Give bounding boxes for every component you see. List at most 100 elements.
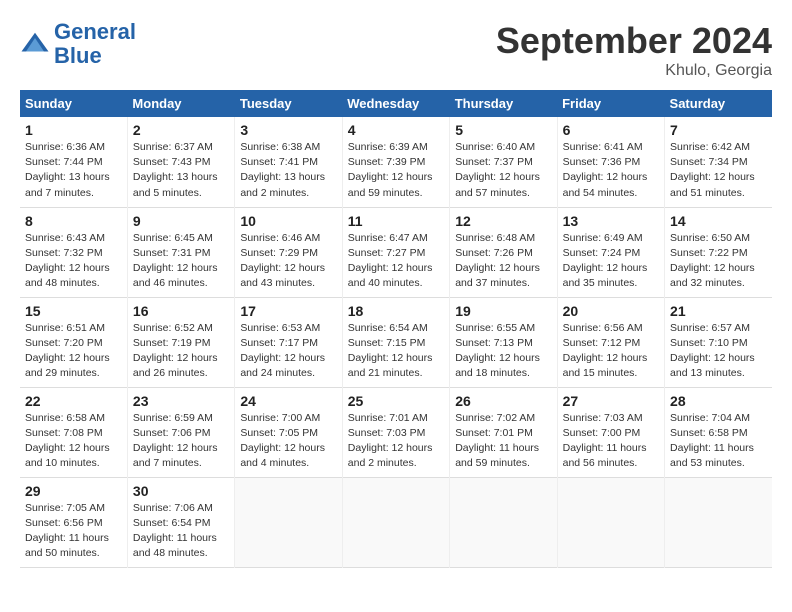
day-info: Sunrise: 7:04 AM Sunset: 6:58 PM Dayligh… [670,411,767,472]
day-info: Sunrise: 6:40 AM Sunset: 7:37 PM Dayligh… [455,140,551,201]
day-number: 5 [455,122,551,138]
col-monday: Monday [127,90,234,117]
calendar-body: 1 Sunrise: 6:36 AM Sunset: 7:44 PM Dayli… [20,117,772,567]
day-number: 21 [670,303,767,319]
calendar-cell [665,477,772,567]
day-info: Sunrise: 6:53 AM Sunset: 7:17 PM Dayligh… [240,321,336,382]
calendar-cell [235,477,342,567]
day-info: Sunrise: 6:47 AM Sunset: 7:27 PM Dayligh… [348,231,444,292]
calendar-cell: 18 Sunrise: 6:54 AM Sunset: 7:15 PM Dayl… [342,297,449,387]
calendar-cell: 4 Sunrise: 6:39 AM Sunset: 7:39 PM Dayli… [342,117,449,207]
week-row-1: 1 Sunrise: 6:36 AM Sunset: 7:44 PM Dayli… [20,117,772,207]
day-info: Sunrise: 6:57 AM Sunset: 7:10 PM Dayligh… [670,321,767,382]
calendar-cell: 8 Sunrise: 6:43 AM Sunset: 7:32 PM Dayli… [20,207,127,297]
calendar-cell: 14 Sunrise: 6:50 AM Sunset: 7:22 PM Dayl… [665,207,772,297]
calendar-cell: 3 Sunrise: 6:38 AM Sunset: 7:41 PM Dayli… [235,117,342,207]
day-number: 10 [240,213,336,229]
day-info: Sunrise: 6:51 AM Sunset: 7:20 PM Dayligh… [25,321,122,382]
calendar-cell: 27 Sunrise: 7:03 AM Sunset: 7:00 PM Dayl… [557,387,664,477]
day-number: 23 [133,393,229,409]
col-friday: Friday [557,90,664,117]
day-info: Sunrise: 6:43 AM Sunset: 7:32 PM Dayligh… [25,231,122,292]
calendar-cell: 5 Sunrise: 6:40 AM Sunset: 7:37 PM Dayli… [450,117,557,207]
day-number: 26 [455,393,551,409]
day-info: Sunrise: 6:36 AM Sunset: 7:44 PM Dayligh… [25,140,122,201]
day-number: 6 [563,122,659,138]
day-number: 29 [25,483,122,499]
day-info: Sunrise: 7:02 AM Sunset: 7:01 PM Dayligh… [455,411,551,472]
day-info: Sunrise: 6:56 AM Sunset: 7:12 PM Dayligh… [563,321,659,382]
day-number: 24 [240,393,336,409]
calendar-cell: 20 Sunrise: 6:56 AM Sunset: 7:12 PM Dayl… [557,297,664,387]
calendar-cell: 19 Sunrise: 6:55 AM Sunset: 7:13 PM Dayl… [450,297,557,387]
day-number: 12 [455,213,551,229]
calendar-table: Sunday Monday Tuesday Wednesday Thursday… [20,90,772,568]
location: Khulo, Georgia [496,62,772,80]
day-info: Sunrise: 6:42 AM Sunset: 7:34 PM Dayligh… [670,140,767,201]
calendar-cell: 1 Sunrise: 6:36 AM Sunset: 7:44 PM Dayli… [20,117,127,207]
day-info: Sunrise: 6:58 AM Sunset: 7:08 PM Dayligh… [25,411,122,472]
day-number: 15 [25,303,122,319]
calendar-cell: 29 Sunrise: 7:05 AM Sunset: 6:56 PM Dayl… [20,477,127,567]
day-number: 13 [563,213,659,229]
day-info: Sunrise: 6:38 AM Sunset: 7:41 PM Dayligh… [240,140,336,201]
day-number: 1 [25,122,122,138]
logo-icon [20,29,50,59]
calendar-cell [450,477,557,567]
calendar-cell: 2 Sunrise: 6:37 AM Sunset: 7:43 PM Dayli… [127,117,234,207]
day-number: 20 [563,303,659,319]
col-thursday: Thursday [450,90,557,117]
calendar-cell: 9 Sunrise: 6:45 AM Sunset: 7:31 PM Dayli… [127,207,234,297]
calendar-cell [342,477,449,567]
col-saturday: Saturday [665,90,772,117]
calendar-cell: 23 Sunrise: 6:59 AM Sunset: 7:06 PM Dayl… [127,387,234,477]
calendar-cell: 25 Sunrise: 7:01 AM Sunset: 7:03 PM Dayl… [342,387,449,477]
day-info: Sunrise: 6:49 AM Sunset: 7:24 PM Dayligh… [563,231,659,292]
col-tuesday: Tuesday [235,90,342,117]
day-number: 18 [348,303,444,319]
calendar-cell [557,477,664,567]
day-number: 28 [670,393,767,409]
day-info: Sunrise: 7:00 AM Sunset: 7:05 PM Dayligh… [240,411,336,472]
day-info: Sunrise: 6:54 AM Sunset: 7:15 PM Dayligh… [348,321,444,382]
calendar-cell: 6 Sunrise: 6:41 AM Sunset: 7:36 PM Dayli… [557,117,664,207]
day-number: 9 [133,213,229,229]
logo: General Blue [20,20,136,68]
day-number: 22 [25,393,122,409]
page-header: General Blue September 2024 Khulo, Georg… [20,20,772,80]
day-info: Sunrise: 6:48 AM Sunset: 7:26 PM Dayligh… [455,231,551,292]
day-info: Sunrise: 6:52 AM Sunset: 7:19 PM Dayligh… [133,321,229,382]
week-row-2: 8 Sunrise: 6:43 AM Sunset: 7:32 PM Dayli… [20,207,772,297]
day-number: 7 [670,122,767,138]
calendar-cell: 30 Sunrise: 7:06 AM Sunset: 6:54 PM Dayl… [127,477,234,567]
day-info: Sunrise: 6:37 AM Sunset: 7:43 PM Dayligh… [133,140,229,201]
day-number: 3 [240,122,336,138]
day-info: Sunrise: 6:45 AM Sunset: 7:31 PM Dayligh… [133,231,229,292]
day-info: Sunrise: 7:03 AM Sunset: 7:00 PM Dayligh… [563,411,659,472]
calendar-cell: 28 Sunrise: 7:04 AM Sunset: 6:58 PM Dayl… [665,387,772,477]
day-info: Sunrise: 6:46 AM Sunset: 7:29 PM Dayligh… [240,231,336,292]
calendar-cell: 12 Sunrise: 6:48 AM Sunset: 7:26 PM Dayl… [450,207,557,297]
day-info: Sunrise: 7:05 AM Sunset: 6:56 PM Dayligh… [25,501,122,562]
logo-text: General Blue [54,20,136,68]
day-info: Sunrise: 6:39 AM Sunset: 7:39 PM Dayligh… [348,140,444,201]
calendar-cell: 22 Sunrise: 6:58 AM Sunset: 7:08 PM Dayl… [20,387,127,477]
day-number: 17 [240,303,336,319]
calendar-header: Sunday Monday Tuesday Wednesday Thursday… [20,90,772,117]
calendar-cell: 15 Sunrise: 6:51 AM Sunset: 7:20 PM Dayl… [20,297,127,387]
day-number: 25 [348,393,444,409]
calendar-cell: 7 Sunrise: 6:42 AM Sunset: 7:34 PM Dayli… [665,117,772,207]
calendar-cell: 26 Sunrise: 7:02 AM Sunset: 7:01 PM Dayl… [450,387,557,477]
day-info: Sunrise: 6:41 AM Sunset: 7:36 PM Dayligh… [563,140,659,201]
calendar-cell: 17 Sunrise: 6:53 AM Sunset: 7:17 PM Dayl… [235,297,342,387]
calendar-cell: 21 Sunrise: 6:57 AM Sunset: 7:10 PM Dayl… [665,297,772,387]
week-row-5: 29 Sunrise: 7:05 AM Sunset: 6:56 PM Dayl… [20,477,772,567]
day-info: Sunrise: 7:01 AM Sunset: 7:03 PM Dayligh… [348,411,444,472]
month-title: September 2024 [496,20,772,62]
day-info: Sunrise: 6:59 AM Sunset: 7:06 PM Dayligh… [133,411,229,472]
title-block: September 2024 Khulo, Georgia [496,20,772,80]
calendar-cell: 13 Sunrise: 6:49 AM Sunset: 7:24 PM Dayl… [557,207,664,297]
day-number: 19 [455,303,551,319]
header-row: Sunday Monday Tuesday Wednesday Thursday… [20,90,772,117]
calendar-cell: 10 Sunrise: 6:46 AM Sunset: 7:29 PM Dayl… [235,207,342,297]
